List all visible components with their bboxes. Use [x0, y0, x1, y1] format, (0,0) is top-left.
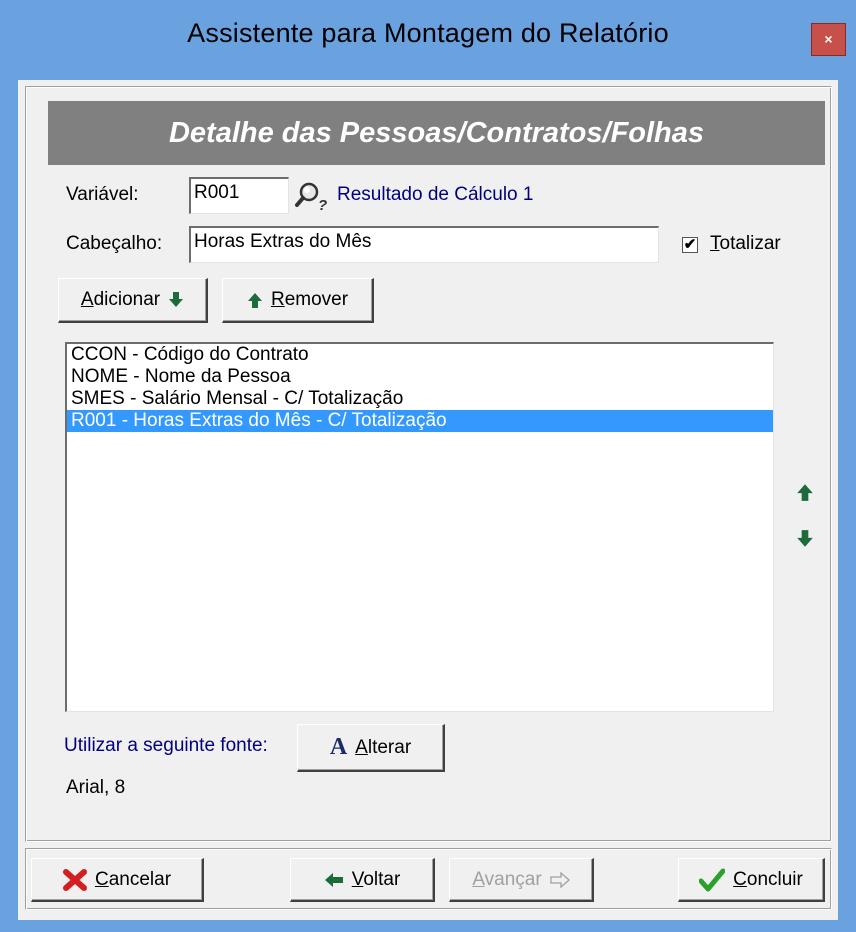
list-item[interactable]: CCON - Código do Contrato	[67, 344, 773, 366]
search-variable-icon[interactable]: ?	[294, 179, 330, 214]
change-font-label: lterar	[367, 736, 412, 758]
current-font: Arial, 8	[66, 777, 126, 798]
variable-label: Variável:	[66, 184, 139, 205]
move-down-button[interactable]	[796, 529, 816, 551]
totalizar-label[interactable]: Totalizar	[710, 233, 781, 255]
totalizar-mnemonic: T	[710, 233, 720, 254]
dialog-window: Assistente para Montagem do Relatório × …	[0, 0, 856, 932]
checkmark-icon	[699, 868, 726, 891]
header-label: Cabeçalho:	[66, 233, 163, 254]
change-font-button[interactable]: A Alterar	[297, 724, 445, 772]
list-item[interactable]: NOME - Nome da Pessoa	[67, 366, 773, 388]
finish-mnemonic: C	[733, 868, 747, 890]
list-item[interactable]: SMES - Salário Mensal - C/ Totalização	[67, 388, 773, 410]
add-mnemonic: A	[80, 289, 94, 310]
font-label: Utilizar a seguinte fonte:	[64, 735, 268, 756]
add-button[interactable]: Adicionar	[58, 278, 208, 323]
totalizar-checkbox[interactable]: ✔	[682, 237, 698, 253]
dialog-client: Detalhe das Pessoas/Contratos/Folhas Var…	[18, 80, 838, 920]
back-mnemonic: V	[351, 868, 364, 890]
fields-listbox[interactable]: CCON - Código do Contrato NOME - Nome da…	[65, 342, 774, 712]
arrow-down-icon	[169, 292, 184, 307]
next-button[interactable]: Avançar	[449, 858, 594, 902]
cancel-button[interactable]: Cancelar	[31, 858, 204, 902]
title-bar[interactable]: Assistente para Montagem do Relatório ×	[0, 0, 856, 80]
close-button[interactable]: ×	[811, 23, 846, 56]
move-up-button[interactable]	[796, 482, 816, 504]
main-panel: Detalhe das Pessoas/Contratos/Folhas Var…	[25, 86, 832, 842]
list-item-selected[interactable]: R001 - Horas Extras do Mês - C/ Totaliza…	[67, 410, 773, 432]
cancel-x-icon	[62, 868, 87, 891]
footer-panel: Cancelar Voltar Avançar Concluir	[25, 848, 832, 910]
arrow-left-icon	[324, 872, 343, 887]
remove-mnemonic: R	[270, 289, 285, 310]
totalizar-label-rest: otalizar	[719, 233, 781, 254]
next-mnemonic: A	[472, 868, 485, 890]
variable-description: Resultado de Cálculo 1	[337, 184, 534, 205]
next-label: vançar	[484, 868, 542, 890]
cancel-label: ancelar	[108, 868, 172, 890]
remove-label: emover	[284, 289, 349, 310]
arrow-up-icon	[247, 293, 262, 308]
header-input[interactable]: Horas Extras do Mês	[189, 226, 659, 263]
remove-button[interactable]: Remover	[222, 278, 374, 323]
font-icon: A	[329, 734, 348, 760]
back-label: oltar	[363, 868, 401, 890]
move-up-icon	[797, 484, 813, 501]
move-down-icon	[797, 530, 813, 547]
add-label: dicionar	[93, 289, 161, 310]
back-button[interactable]: Voltar	[290, 858, 435, 902]
arrow-right-icon	[550, 871, 570, 888]
window-title: Assistente para Montagem do Relatório	[187, 18, 669, 48]
variable-input[interactable]: R001	[189, 177, 289, 214]
cancel-mnemonic: C	[94, 868, 109, 890]
finish-label: oncluir	[746, 868, 803, 890]
change-font-mnemonic: A	[355, 736, 368, 758]
svg-text:?: ?	[318, 197, 327, 213]
section-banner: Detalhe das Pessoas/Contratos/Folhas	[48, 101, 825, 165]
finish-button[interactable]: Concluir	[678, 858, 825, 902]
